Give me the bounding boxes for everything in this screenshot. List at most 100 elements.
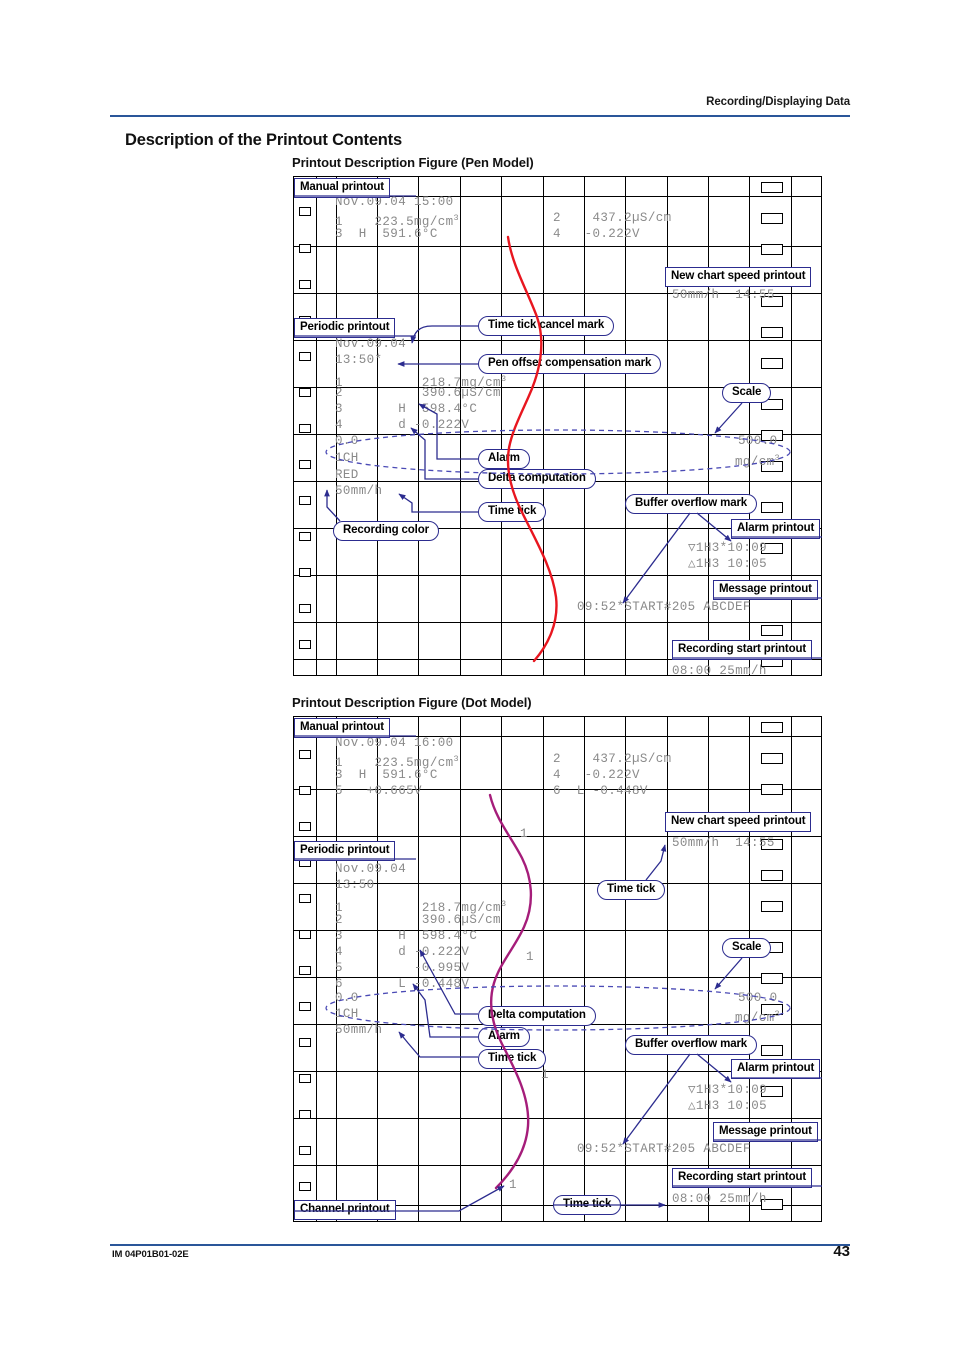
callout-recording-start-printout[interactable]: Recording start printout bbox=[672, 640, 813, 660]
grid-line-h bbox=[294, 622, 821, 623]
callout-manual-printout[interactable]: Manual printout bbox=[294, 718, 390, 738]
chart-speed-text: 50mm/h bbox=[335, 484, 383, 498]
sprocket-hole bbox=[761, 973, 783, 984]
new-chart-speed-text: 50mm/h 14:55 bbox=[672, 836, 775, 850]
callout-delta-computation[interactable]: Delta computation bbox=[478, 469, 596, 489]
periodic-row-text: 4 d -0.222V bbox=[335, 418, 470, 432]
scale-channel-text: 1CH bbox=[335, 451, 359, 465]
callout-time-tick-cancel-mark[interactable]: Time tick cancel mark bbox=[478, 316, 615, 336]
manual-row-text: 3 H 591.6°C bbox=[335, 227, 438, 241]
footer-divider bbox=[110, 1244, 850, 1246]
callout-new-chart-speed-printout[interactable]: New chart speed printout bbox=[665, 812, 812, 832]
sprocket-hole bbox=[299, 894, 311, 903]
periodic-row-text: 3 H 598.4°C bbox=[335, 929, 478, 943]
sprocket-hole bbox=[299, 1074, 311, 1083]
sprocket-hole bbox=[299, 822, 311, 831]
page-number: 43 bbox=[833, 1243, 850, 1260]
sprocket-hole bbox=[761, 901, 783, 912]
callout-buffer-overflow-mark[interactable]: Buffer overflow mark bbox=[625, 494, 758, 514]
callout-time-tick-upper[interactable]: Time tick bbox=[597, 880, 666, 900]
grid-line-v bbox=[791, 177, 792, 675]
left-strip-line bbox=[316, 717, 317, 1221]
callout-time-tick-lower[interactable]: Time tick bbox=[553, 1195, 622, 1215]
scale-right-text: 500.0 bbox=[738, 434, 778, 448]
manual-row-right-text: 2 437.2µS/cm bbox=[553, 211, 672, 225]
sprocket-hole bbox=[299, 532, 311, 541]
scale-left-text: 0.0 bbox=[335, 991, 359, 1005]
callout-time-tick-mid[interactable]: Time tick bbox=[478, 1049, 547, 1069]
callout-recording-color[interactable]: Recording color bbox=[333, 521, 439, 541]
figure-title-dot: Printout Description Figure (Dot Model) bbox=[292, 695, 532, 710]
alarm-printout-text: △1H3 10:05 bbox=[688, 557, 768, 571]
callout-scale[interactable]: Scale bbox=[722, 383, 772, 403]
sprocket-hole bbox=[761, 753, 783, 764]
channel-mark-text: 1 bbox=[520, 827, 528, 841]
sprocket-hole bbox=[299, 930, 311, 939]
manual-row-right-text: 4 -0.222V bbox=[553, 227, 640, 241]
figure-title-pen: Printout Description Figure (Pen Model) bbox=[292, 155, 534, 170]
scale-right-text: 500.0 bbox=[738, 991, 778, 1005]
alarm-printout-text: △1H3 10:05 bbox=[688, 1099, 768, 1113]
callout-buffer-overflow-mark[interactable]: Buffer overflow mark bbox=[625, 1035, 758, 1055]
manual-row-text: 3 H 591.6°C bbox=[335, 768, 438, 782]
grid-line-v bbox=[543, 717, 544, 1221]
callout-alarm-printout[interactable]: Alarm printout bbox=[731, 519, 821, 539]
callout-alarm-printout[interactable]: Alarm printout bbox=[731, 1059, 821, 1079]
sprocket-hole bbox=[299, 640, 311, 649]
manual-row-right-text: 4 -0.222V bbox=[553, 768, 640, 782]
callout-alarm[interactable]: Alarm bbox=[478, 1027, 530, 1047]
header-divider bbox=[110, 115, 850, 117]
new-chart-speed-text: 50mm/h 14:55 bbox=[672, 288, 775, 302]
page-title: Description of the Printout Contents bbox=[125, 131, 402, 149]
callout-manual-printout[interactable]: Manual printout bbox=[294, 178, 390, 198]
grid-line-h bbox=[294, 1165, 821, 1166]
grid-line-v bbox=[791, 717, 792, 1221]
callout-periodic-printout[interactable]: Periodic printout bbox=[294, 841, 396, 861]
callout-new-chart-speed-printout[interactable]: New chart speed printout bbox=[665, 267, 812, 287]
sprocket-hole bbox=[299, 244, 311, 253]
sprocket-hole bbox=[299, 460, 311, 469]
chart-speed-text: 50mm/h bbox=[335, 1023, 383, 1037]
sprocket-hole bbox=[761, 1045, 783, 1056]
sprocket-hole bbox=[299, 750, 311, 759]
callout-periodic-printout[interactable]: Periodic printout bbox=[294, 318, 396, 338]
grid-line-v bbox=[501, 717, 502, 1221]
callout-scale[interactable]: Scale bbox=[722, 938, 772, 958]
sprocket-hole bbox=[761, 870, 783, 881]
sprocket-hole bbox=[761, 327, 783, 338]
sprocket-hole bbox=[761, 244, 783, 255]
periodic-row-text: 6 L -0.448V bbox=[335, 977, 470, 991]
scale-channel-text: 1CH bbox=[335, 1007, 359, 1021]
channel-mark-text: 1 bbox=[509, 1178, 517, 1192]
callout-recording-start-printout[interactable]: Recording start printout bbox=[672, 1168, 813, 1188]
sprocket-hole bbox=[299, 1146, 311, 1155]
grid-line-h bbox=[294, 575, 821, 576]
sprocket-hole bbox=[299, 352, 311, 361]
alarm-printout-text: ▽1H3*10:09 bbox=[688, 1083, 768, 1097]
grid-line-v bbox=[501, 177, 502, 675]
callout-message-printout[interactable]: Message printout bbox=[713, 580, 818, 600]
alarm-printout-text: ▽1H3*10:09 bbox=[688, 541, 768, 555]
sprocket-hole bbox=[299, 1002, 311, 1011]
sprocket-hole bbox=[761, 625, 783, 636]
manual-row-right-text: 6 L -0.448V bbox=[553, 784, 648, 798]
callout-pen-offset-compensation-mark[interactable]: Pen offset compensation mark bbox=[478, 354, 662, 374]
sprocket-hole bbox=[299, 1038, 311, 1047]
sprocket-hole bbox=[761, 182, 783, 193]
callout-message-printout[interactable]: Message printout bbox=[713, 1122, 818, 1142]
callout-alarm[interactable]: Alarm bbox=[478, 449, 530, 469]
callout-channel-printout[interactable]: Channel printout bbox=[294, 1200, 396, 1220]
grid-line-v bbox=[543, 177, 544, 675]
recording-color-text: RED bbox=[335, 468, 359, 482]
callout-delta-computation[interactable]: Delta computation bbox=[478, 1006, 596, 1026]
grid-line-h bbox=[294, 1118, 821, 1119]
sprocket-hole bbox=[299, 388, 311, 397]
sprocket-hole bbox=[299, 424, 311, 433]
callout-time-tick[interactable]: Time tick bbox=[478, 502, 547, 522]
recording-start-text: 08:00 25mm/h bbox=[672, 1192, 767, 1206]
sprocket-hole bbox=[299, 280, 311, 289]
periodic-row-text: 2 390.6µS/cm bbox=[335, 913, 501, 927]
sprocket-hole bbox=[761, 784, 783, 795]
sprocket-hole bbox=[299, 496, 311, 505]
periodic-row-text: 2 390.6µS/cm bbox=[335, 386, 501, 400]
